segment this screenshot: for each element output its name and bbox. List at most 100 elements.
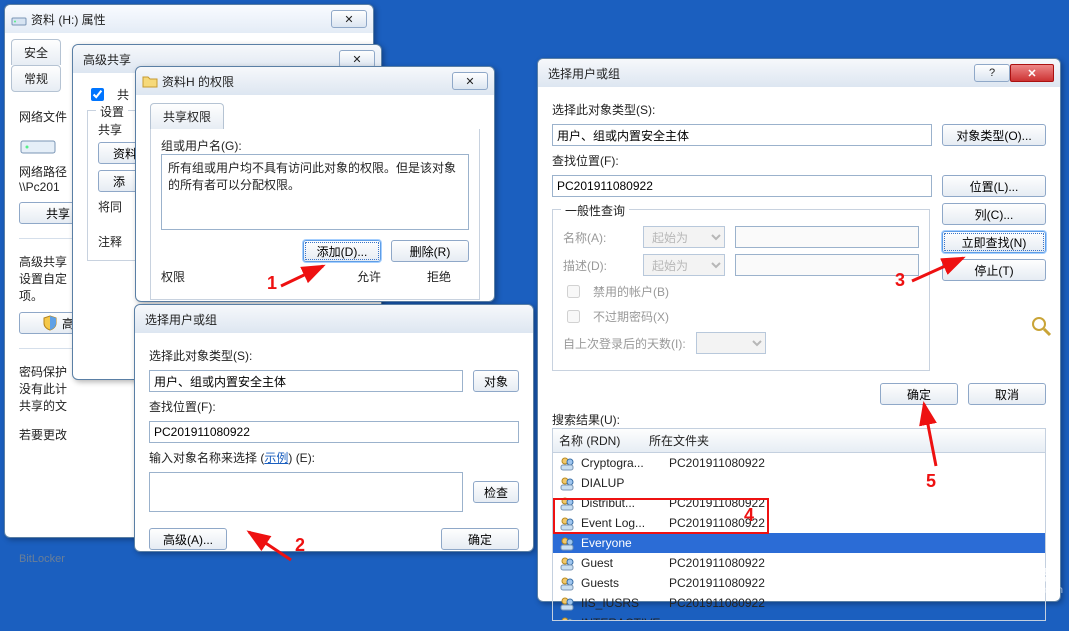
tab-safety[interactable]: 安全: [11, 39, 61, 65]
result-name: Distribut...: [581, 496, 663, 510]
result-folder: PC201911080922: [669, 496, 1039, 510]
close-button[interactable]: ✕: [1010, 64, 1054, 82]
result-name: IIS_IUSRS: [581, 596, 663, 610]
close-button[interactable]: ✕: [452, 72, 488, 90]
result-row[interactable]: Distribut... PC201911080922: [553, 493, 1045, 513]
group-icon: [559, 515, 575, 531]
result-folder: PC201911080922: [669, 556, 1039, 570]
type-field[interactable]: [552, 124, 932, 146]
results-header[interactable]: 名称 (RDN) 所在文件夹: [552, 428, 1046, 453]
ok-button[interactable]: 确定: [441, 528, 519, 550]
search-icon: [1030, 315, 1046, 331]
find-now-button[interactable]: 立即查找(N): [942, 231, 1046, 253]
desc-input: [735, 254, 919, 276]
group-icon: [559, 615, 575, 621]
result-name: INTERACTIVE: [581, 616, 663, 621]
sel-type-label: 选择此对象类型(S):: [552, 101, 1046, 118]
settings-legend: 设置: [96, 103, 128, 120]
add-user-button[interactable]: 添加(D)...: [303, 240, 381, 262]
result-row[interactable]: DIALUP: [553, 473, 1045, 493]
col-name[interactable]: 名称 (RDN): [559, 432, 649, 449]
result-name: Event Log...: [581, 516, 663, 530]
names-input[interactable]: [149, 472, 463, 512]
general-query-legend: 一般性查询: [561, 202, 629, 219]
lookup-loc-label: 查找位置(F):: [552, 152, 1046, 169]
disabled-acct-checkbox: 禁用的帐户(B): [563, 282, 919, 301]
window-title: 资料H 的权限: [162, 73, 448, 90]
perm-deny: 拒绝: [409, 268, 469, 285]
result-name: DIALUP: [581, 476, 663, 490]
titlebar[interactable]: 选择用户或组: [135, 305, 533, 333]
result-folder: PC201911080922: [669, 576, 1039, 590]
shield-icon: [42, 315, 58, 331]
lookup-field[interactable]: [149, 421, 519, 443]
name-input: [735, 226, 919, 248]
permissions-window: 资料H 的权限 ✕ 共享权限 组或用户名(G): 所有组或用户均不具有访问此对象…: [135, 66, 495, 302]
group-user-list[interactable]: 所有组或用户均不具有访问此对象的权限。但是该对象的所有者可以分配权限。: [161, 154, 469, 230]
input-names-label: 输入对象名称来选择 (示例) (E):: [149, 449, 519, 466]
add-button[interactable]: 添: [98, 170, 140, 192]
results-label: 搜索结果(U):: [552, 411, 1046, 428]
result-row[interactable]: Guests PC201911080922: [553, 573, 1045, 593]
select-user-advanced-window: 选择用户或组 ? ✕ 选择此对象类型(S): 对象类型(O)... 查找位置(F…: [537, 58, 1061, 602]
share-checkbox[interactable]: [91, 88, 104, 101]
result-row[interactable]: Guest PC201911080922: [553, 553, 1045, 573]
help-button[interactable]: ?: [974, 64, 1010, 82]
location-button[interactable]: 位置(L)...: [942, 175, 1046, 197]
drive-icon: [11, 11, 27, 27]
group-icon: [559, 575, 575, 591]
lookup-field[interactable]: [552, 175, 932, 197]
desc-label: 描述(D):: [563, 257, 633, 274]
result-name: Cryptogra...: [581, 456, 663, 470]
result-row[interactable]: INTERACTIVE: [553, 613, 1045, 621]
result-folder: PC201911080922: [669, 456, 1039, 470]
days-select: [696, 332, 766, 354]
tab-general[interactable]: 常规: [11, 65, 61, 92]
group-icon: [559, 555, 575, 571]
desc-mode-select: 起始为: [643, 254, 725, 276]
stop-button[interactable]: 停止(T): [942, 259, 1046, 281]
result-row[interactable]: IIS_IUSRS PC201911080922: [553, 593, 1045, 613]
titlebar[interactable]: 资料 (H:) 属性 ✕: [5, 5, 373, 33]
group-user-label: 组或用户名(G):: [161, 137, 469, 154]
drive-large-icon: [19, 131, 59, 157]
window-title: 资料 (H:) 属性: [31, 11, 327, 28]
cancel-button[interactable]: 取消: [968, 383, 1046, 405]
pw-line3: 若要更改: [19, 428, 67, 442]
col-folder[interactable]: 所在文件夹: [649, 432, 1039, 449]
advanced-button[interactable]: 高级(A)...: [149, 528, 227, 550]
name-mode-select: 起始为: [643, 226, 725, 248]
close-button[interactable]: ✕: [331, 10, 367, 28]
lookup-loc-label: 查找位置(F):: [149, 398, 519, 415]
result-name: Everyone: [581, 536, 663, 550]
name-label: 名称(A):: [563, 229, 633, 246]
titlebar[interactable]: 选择用户或组 ? ✕: [538, 59, 1060, 87]
columns-button[interactable]: 列(C)...: [942, 203, 1046, 225]
check-names-button[interactable]: 检查: [473, 481, 519, 503]
sel-type-label: 选择此对象类型(S):: [149, 347, 519, 364]
select-user-small-window: 选择用户或组 选择此对象类型(S): 对象 查找位置(F): 输入对象名称来选择…: [134, 304, 534, 552]
window-title: 选择用户或组: [145, 311, 527, 328]
window-title: 高级共享: [83, 51, 335, 68]
object-type-button[interactable]: 对象: [473, 370, 519, 392]
ok-button[interactable]: 确定: [880, 383, 958, 405]
result-folder: PC201911080922: [669, 596, 1039, 610]
group-icon: [559, 535, 575, 551]
result-name: Guests: [581, 576, 663, 590]
type-field[interactable]: [149, 370, 463, 392]
no-expire-checkbox: 不过期密码(X): [563, 307, 919, 326]
object-type-button[interactable]: 对象类型(O)...: [942, 124, 1046, 146]
remove-user-button[interactable]: 删除(R): [391, 240, 469, 262]
result-row[interactable]: Cryptogra... PC201911080922: [553, 453, 1045, 473]
tab-share-permissions[interactable]: 共享权限: [150, 103, 224, 129]
group-icon: [559, 595, 575, 611]
result-name: Guest: [581, 556, 663, 570]
group-icon: [559, 475, 575, 491]
example-link[interactable]: 示例: [264, 451, 288, 465]
folder-icon: [142, 73, 158, 89]
results-list[interactable]: Cryptogra... PC201911080922 DIALUP Distribu…: [552, 453, 1046, 621]
group-icon: [559, 455, 575, 471]
titlebar[interactable]: 资料H 的权限 ✕: [136, 67, 494, 95]
result-row[interactable]: Everyone: [553, 533, 1045, 553]
result-row[interactable]: Event Log...PC201911080922: [553, 513, 1045, 533]
